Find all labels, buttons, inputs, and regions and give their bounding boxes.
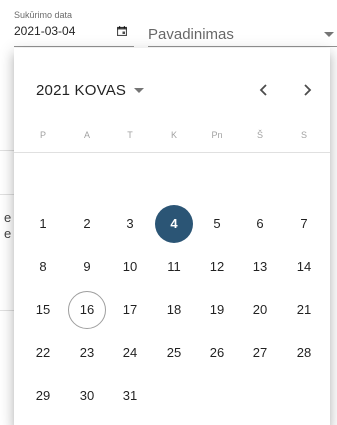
creation-date-field[interactable]: Sukūrimo data 2021-03-04: [14, 8, 134, 47]
background-divider: [0, 150, 14, 151]
background-divider: [0, 310, 14, 311]
title-underline: [148, 46, 337, 47]
weekday-divider: [14, 152, 330, 153]
weekday-label: K: [170, 130, 177, 140]
day-18[interactable]: 18: [155, 291, 193, 329]
day-1[interactable]: 1: [24, 205, 62, 243]
day-31[interactable]: 31: [111, 377, 149, 415]
day-8[interactable]: 8: [24, 248, 62, 286]
weekday-label: Š: [256, 130, 263, 140]
day-22[interactable]: 22: [24, 334, 62, 372]
day-12[interactable]: 12: [198, 248, 236, 286]
day-15[interactable]: 15: [24, 291, 62, 329]
day-16[interactable]: 16: [68, 291, 106, 329]
day-19[interactable]: 19: [198, 291, 236, 329]
dropdown-arrow-icon: [324, 32, 334, 37]
weekday-label: A: [83, 130, 90, 140]
background-text: e: [4, 210, 12, 225]
creation-date-underline: [14, 46, 134, 47]
background-text: e: [4, 226, 12, 241]
day-17[interactable]: 17: [111, 291, 149, 329]
day-28[interactable]: 28: [285, 334, 323, 372]
day-6[interactable]: 6: [241, 205, 279, 243]
day-21[interactable]: 21: [285, 291, 323, 329]
weekday-label: S: [300, 130, 307, 140]
day-25[interactable]: 25: [155, 334, 193, 372]
dropdown-arrow-icon: [134, 87, 145, 93]
day-29[interactable]: 29: [24, 377, 62, 415]
day-30[interactable]: 30: [68, 377, 106, 415]
creation-date-label: Sukūrimo data: [14, 10, 73, 20]
date-picker-popup: 2021 KOVAS P A T K Pn Š S 1 2 3 4 5 6 7 8 9 10 11 1…: [14, 48, 330, 425]
day-13[interactable]: 13: [241, 248, 279, 286]
day-26[interactable]: 26: [198, 334, 236, 372]
day-20[interactable]: 20: [241, 291, 279, 329]
day-3[interactable]: 3: [111, 205, 149, 243]
previous-month-button[interactable]: [252, 78, 276, 102]
chevron-left-icon: [259, 84, 267, 96]
month-year-selector[interactable]: 2021 KOVAS: [36, 80, 145, 100]
next-month-button[interactable]: [295, 78, 319, 102]
title-select[interactable]: Pavadinimas: [148, 8, 337, 47]
weekday-label: Pn: [211, 130, 223, 140]
day-27[interactable]: 27: [241, 334, 279, 372]
title-placeholder: Pavadinimas: [148, 26, 234, 43]
chevron-right-icon: [304, 84, 312, 96]
weekday-label: T: [127, 130, 133, 140]
month-year-label: 2021 KOVAS: [36, 81, 127, 99]
day-23[interactable]: 23: [68, 334, 106, 372]
day-2[interactable]: 2: [68, 205, 106, 243]
day-10[interactable]: 10: [111, 248, 149, 286]
day-5[interactable]: 5: [198, 205, 236, 243]
day-14[interactable]: 14: [285, 248, 323, 286]
day-7[interactable]: 7: [285, 205, 323, 243]
day-24[interactable]: 24: [111, 334, 149, 372]
day-9[interactable]: 9: [68, 248, 106, 286]
weekday-label: P: [39, 130, 46, 140]
creation-date-value[interactable]: 2021-03-04: [14, 24, 75, 38]
calendar-icon[interactable]: [117, 26, 127, 36]
day-11[interactable]: 11: [155, 248, 193, 286]
background-divider: [0, 194, 14, 195]
day-4[interactable]: 4: [155, 205, 193, 243]
